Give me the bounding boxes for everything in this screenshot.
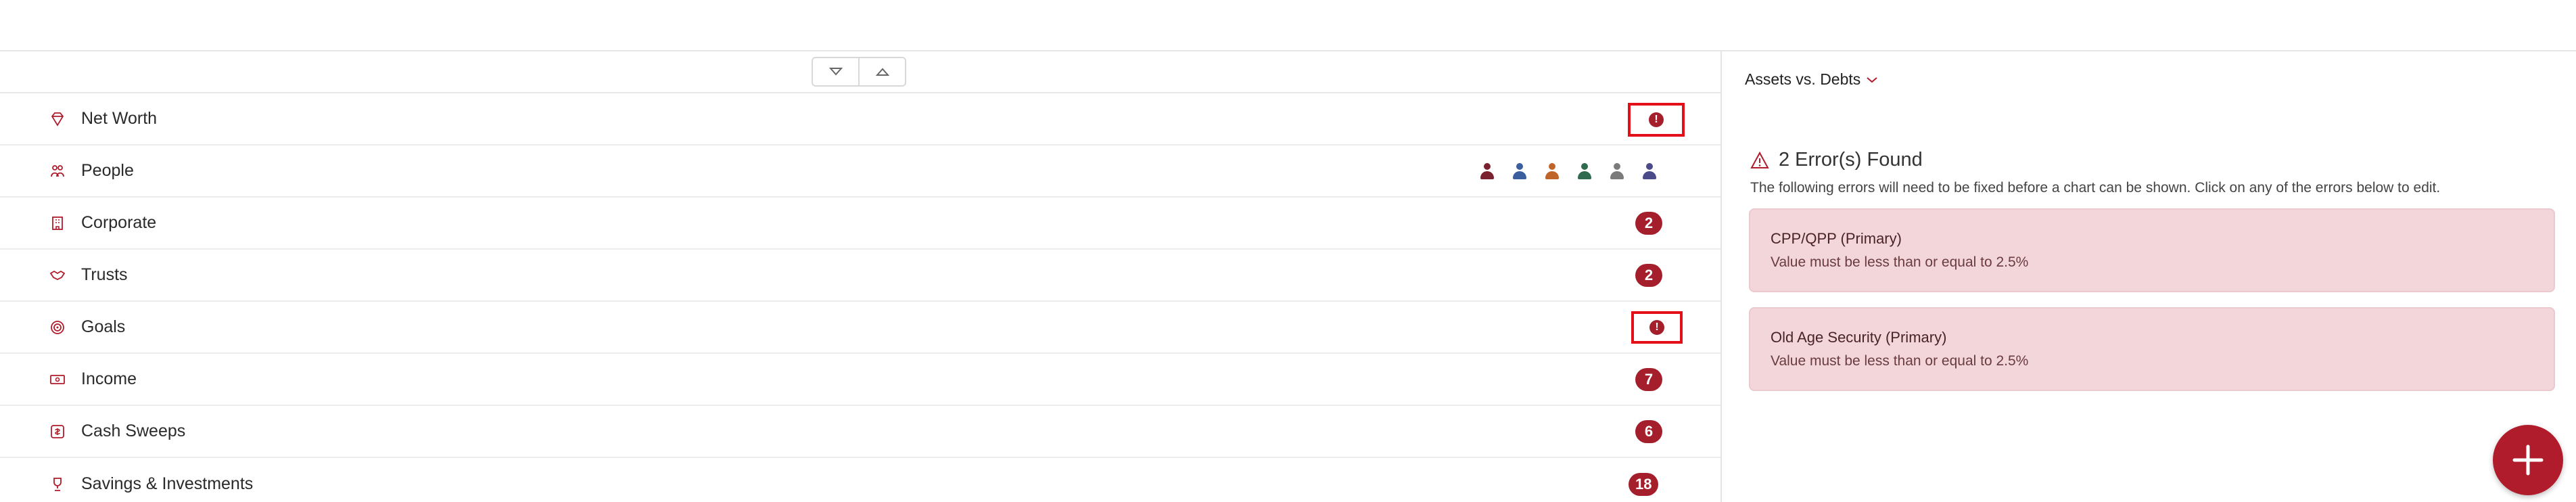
nav-row-label: Corporate: [81, 213, 157, 232]
target-icon: [49, 319, 66, 336]
person-avatar-icon[interactable]: [1641, 162, 1658, 180]
expand-all-button[interactable]: [813, 58, 858, 85]
error-card[interactable]: Old Age Security (Primary) Value must be…: [1749, 307, 2555, 391]
nav-row-label: Cash Sweeps: [81, 421, 186, 440]
nav-row-corporate[interactable]: Corporate 2: [0, 198, 1720, 250]
errors-header: 2 Error(s) Found: [1750, 149, 1923, 171]
count-badge: 7: [1635, 367, 1662, 391]
count-badge: 2: [1635, 263, 1662, 287]
plus-icon: [2512, 444, 2544, 476]
add-button[interactable]: [2493, 425, 2563, 495]
person-avatar-icon[interactable]: [1543, 162, 1561, 180]
nav-row-label: People: [81, 161, 134, 180]
count-badge: 2: [1635, 211, 1662, 235]
chart-panel: Assets vs. Debts 2 Error(s) Found The fo…: [1720, 51, 2576, 502]
chevron-up-icon: [875, 68, 889, 76]
nav-row-savings-investments[interactable]: Savings & Investments 18: [0, 458, 1720, 502]
money-icon: [49, 371, 66, 388]
nav-row-income[interactable]: Income 7: [0, 354, 1720, 406]
person-avatar-icon[interactable]: [1608, 162, 1626, 180]
person-avatar-icon[interactable]: [1478, 162, 1496, 180]
error-alert-icon: !: [1649, 112, 1664, 127]
nav-row-label: Trusts: [81, 265, 128, 284]
warning-icon: [1750, 151, 1769, 168]
nav-row-people[interactable]: People: [0, 145, 1720, 198]
nav-row-cash-sweeps[interactable]: Cash Sweeps 6: [0, 406, 1720, 458]
handshake-icon: [49, 267, 66, 284]
collapse-all-button[interactable]: [858, 58, 905, 85]
errors-title: 2 Error(s) Found: [1779, 149, 1923, 170]
nav-row-trusts[interactable]: Trusts 2: [0, 250, 1720, 302]
person-avatar-icon[interactable]: [1576, 162, 1593, 180]
chevron-down-icon: [1867, 76, 1877, 83]
net-worth-error-indicator[interactable]: !: [1628, 103, 1685, 137]
nav-row-label: Income: [81, 369, 137, 388]
nav-row-label: Savings & Investments: [81, 474, 254, 493]
chart-type-dropdown[interactable]: Assets vs. Debts: [1745, 70, 1878, 89]
person-avatar-icon[interactable]: [1511, 162, 1528, 180]
errors-description: The following errors will need to be fix…: [1750, 180, 2441, 196]
chevron-down-icon: [828, 68, 843, 76]
error-card-title: CPP/QPP (Primary): [1771, 230, 1902, 247]
nav-row-goals[interactable]: Goals !: [0, 302, 1720, 354]
people-icon: [49, 162, 66, 180]
trophy-icon: [49, 476, 66, 493]
navigation-list: Net Worth ! People Corporate 2 Trusts 2 …: [0, 51, 1720, 502]
nav-row-label: Goals: [81, 317, 126, 336]
nav-row-net-worth[interactable]: Net Worth !: [0, 93, 1720, 145]
nav-row-label: Net Worth: [81, 109, 158, 128]
collapse-toggle-group: [812, 57, 906, 87]
goals-error-indicator[interactable]: !: [1631, 311, 1683, 344]
chart-type-label: Assets vs. Debts: [1745, 70, 1861, 88]
count-badge: 18: [1629, 472, 1659, 496]
error-card-title: Old Age Security (Primary): [1771, 329, 1947, 346]
error-card-message: Value must be less than or equal to 2.5%: [1771, 254, 2029, 270]
error-alert-icon: !: [1649, 320, 1664, 335]
building-icon: [49, 214, 66, 232]
diamond-icon: [49, 110, 66, 128]
error-card[interactable]: CPP/QPP (Primary) Value must be less tha…: [1749, 208, 2555, 292]
collapse-bar: [0, 51, 1720, 93]
count-badge: 6: [1635, 419, 1662, 443]
cash-sweep-icon: [49, 423, 66, 440]
error-card-message: Value must be less than or equal to 2.5%: [1771, 353, 2029, 369]
top-bar: [0, 0, 2576, 51]
people-avatars: [1478, 162, 1658, 180]
